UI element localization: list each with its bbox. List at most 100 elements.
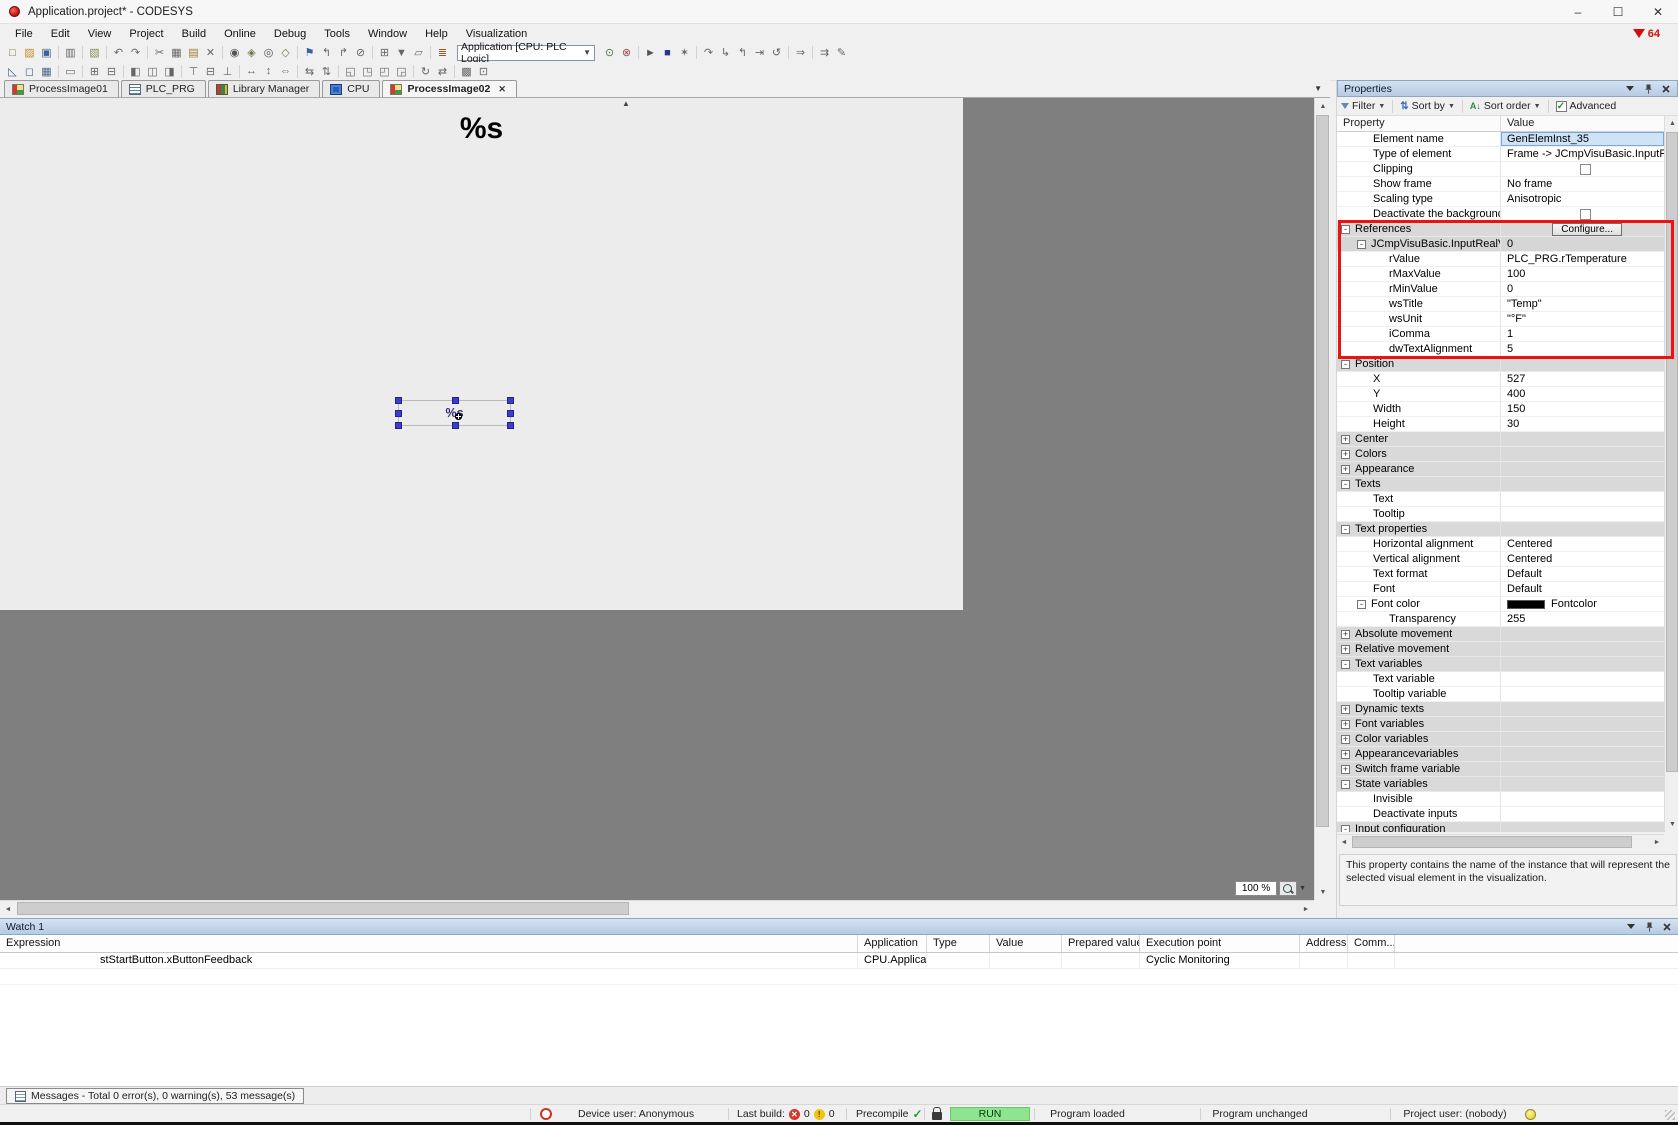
property-value-cell[interactable]: 400 (1501, 387, 1664, 402)
property-row-state-variables[interactable]: -State variables (1337, 777, 1664, 792)
checkbox-unchecked-icon[interactable] (1580, 209, 1591, 220)
collapse-icon[interactable]: - (1357, 240, 1366, 249)
property-row-text[interactable]: Text (1337, 492, 1664, 507)
property-value-cell[interactable] (1501, 642, 1664, 657)
menu-visualization[interactable]: Visualization (457, 26, 537, 42)
property-row-color-variables[interactable]: +Color variables (1337, 732, 1664, 747)
property-row-rvalue[interactable]: rValuePLC_PRG.rTemperature (1337, 252, 1664, 267)
configure-button[interactable]: Configure... (1552, 223, 1622, 236)
copy-icon[interactable]: ▦ (168, 44, 185, 61)
property-value-cell[interactable] (1501, 492, 1664, 507)
scroll-right-icon[interactable]: ► (1650, 835, 1664, 849)
same-size-icon[interactable]: ⇔ (277, 63, 294, 80)
property-value-cell[interactable] (1501, 432, 1664, 447)
property-row-tooltip-variable[interactable]: Tooltip variable (1337, 687, 1664, 702)
canvas-horizontal-scrollbar[interactable]: ◄ ► (0, 900, 1314, 916)
advanced-checkbox[interactable]: ✓ Advanced (1556, 100, 1617, 112)
menu-project[interactable]: Project (120, 26, 172, 42)
property-value-cell[interactable]: Configure... (1501, 222, 1664, 237)
property-row-switch-frame-variable[interactable]: +Switch frame variable (1337, 762, 1664, 777)
step-into-icon[interactable]: ↳ (717, 44, 734, 61)
messages-tab[interactable]: Messages - Total 0 error(s), 0 warning(s… (6, 1088, 304, 1104)
property-value-cell[interactable] (1501, 207, 1664, 222)
property-value-cell[interactable] (1501, 807, 1664, 822)
copy-all-icon[interactable]: ⊞ (376, 44, 393, 61)
undo-icon[interactable]: ↶ (110, 44, 127, 61)
watch-column-execution-point[interactable]: Execution point (1140, 935, 1300, 952)
property-row-deactivate-the-background-drawing[interactable]: Deactivate the background drawing (1337, 207, 1664, 222)
collapse-icon[interactable]: - (1341, 780, 1350, 789)
zoom-dropdown-icon[interactable]: ▼ (1299, 885, 1306, 892)
same-width-icon[interactable]: ↔ (243, 63, 260, 80)
property-row-texts[interactable]: -Texts (1337, 477, 1664, 492)
menu-view[interactable]: View (79, 26, 121, 42)
collapse-icon[interactable]: - (1341, 825, 1350, 833)
resize-handle-s[interactable] (452, 422, 459, 429)
minimize-button[interactable]: – (1558, 0, 1598, 23)
rotate-icon[interactable]: ↻ (417, 63, 434, 80)
paste-icon[interactable]: ▤ (185, 44, 202, 61)
property-row-rmaxvalue[interactable]: rMaxValue100 (1337, 267, 1664, 282)
collapse-icon[interactable]: - (1341, 360, 1350, 369)
property-value-cell[interactable]: GenElemInst_35 (1501, 132, 1664, 147)
redo-icon[interactable]: ↷ (127, 44, 144, 61)
menu-build[interactable]: Build (173, 26, 215, 42)
reset-icon[interactable]: ↺ (768, 44, 785, 61)
property-value-cell[interactable]: Anisotropic (1501, 192, 1664, 207)
pointer-icon[interactable]: ◺ (4, 63, 21, 80)
property-row-width[interactable]: Width150 (1337, 402, 1664, 417)
zoom-select-icon[interactable]: ◻ (21, 63, 38, 80)
menu-window[interactable]: Window (359, 26, 416, 42)
close-icon[interactable] (1661, 84, 1671, 94)
selected-input-element[interactable]: %s (398, 400, 511, 426)
maximize-button[interactable]: ☐ (1598, 0, 1638, 23)
expand-icon[interactable]: + (1341, 735, 1350, 744)
new-object-icon[interactable]: ▼ (393, 44, 410, 61)
bring-to-front-icon[interactable]: ◱ (342, 63, 359, 80)
property-value-cell[interactable]: Centered (1501, 537, 1664, 552)
property-row-font[interactable]: FontDefault (1337, 582, 1664, 597)
property-row-invisible[interactable]: Invisible (1337, 792, 1664, 807)
element-list-icon[interactable]: ▦ (38, 63, 55, 80)
property-row-x[interactable]: X527 (1337, 372, 1664, 387)
watch-column-application[interactable]: Application (858, 935, 927, 952)
bookmark-icon[interactable]: ⚑ (301, 44, 318, 61)
property-row-deactivate-inputs[interactable]: Deactivate inputs (1337, 807, 1664, 822)
resize-handle-ne[interactable] (507, 397, 514, 404)
property-row-show-frame[interactable]: Show frameNo frame (1337, 177, 1664, 192)
property-value-cell[interactable]: 255 (1501, 612, 1664, 627)
property-row-absolute-movement[interactable]: +Absolute movement (1337, 627, 1664, 642)
resize-handle-se[interactable] (507, 422, 514, 429)
property-row-wsunit[interactable]: wsUnit"°F" (1337, 312, 1664, 327)
pin-icon[interactable] (1644, 922, 1654, 932)
property-row-y[interactable]: Y400 (1337, 387, 1664, 402)
expand-icon[interactable]: + (1341, 435, 1350, 444)
property-value-cell[interactable] (1501, 777, 1664, 792)
watch-empty-row[interactable] (0, 969, 1678, 985)
property-value-cell[interactable]: PLC_PRG.rTemperature (1501, 252, 1664, 267)
horizontal-scroll-thumb[interactable] (1352, 836, 1632, 848)
property-row-scaling-type[interactable]: Scaling typeAnisotropic (1337, 192, 1664, 207)
element-center-handle[interactable] (455, 413, 462, 420)
property-row-font-variables[interactable]: +Font variables (1337, 717, 1664, 732)
scroll-up-icon[interactable]: ▲ (1315, 98, 1331, 114)
property-row-appearance[interactable]: +Appearance (1337, 462, 1664, 477)
background-icon[interactable]: ▩ (458, 63, 475, 80)
step-over-icon[interactable]: ↷ (700, 44, 717, 61)
open-project-icon[interactable]: ▨ (21, 44, 38, 61)
step-out-icon[interactable]: ↰ (734, 44, 751, 61)
scroll-up-icon[interactable]: ▲ (1665, 116, 1678, 131)
distribute-horizontally-icon[interactable]: ⇆ (301, 63, 318, 80)
resize-grip[interactable] (1665, 1110, 1675, 1120)
flow-control-icon[interactable]: ⇉ (816, 44, 833, 61)
expand-icon[interactable]: + (1341, 645, 1350, 654)
align-left-icon[interactable]: ◧ (127, 63, 144, 80)
ungroup-icon[interactable]: ⊟ (103, 63, 120, 80)
close-icon[interactable]: ✕ (498, 84, 506, 95)
property-value-cell[interactable] (1501, 657, 1664, 672)
bring-forward-icon[interactable]: ◳ (359, 63, 376, 80)
expand-icon[interactable]: + (1341, 765, 1350, 774)
watch-column-address[interactable]: Address (1300, 935, 1348, 952)
resize-handle-nw[interactable] (395, 397, 402, 404)
send-backward-icon[interactable]: ◰ (376, 63, 393, 80)
